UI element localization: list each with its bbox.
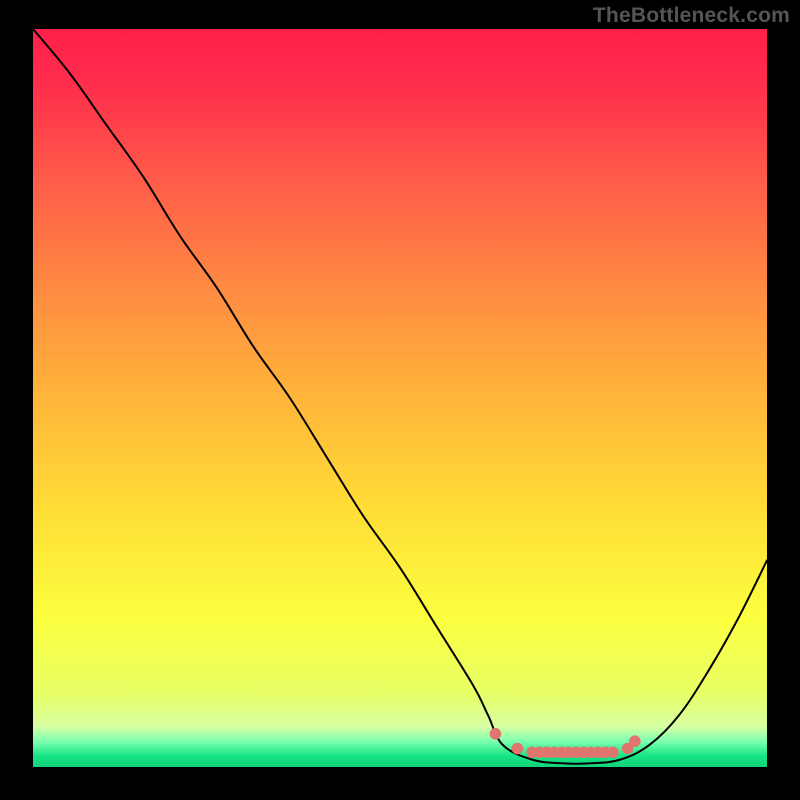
sweet-spot-dot (512, 743, 524, 755)
sweet-spot-dot (490, 728, 502, 740)
bottleneck-chart (0, 0, 800, 800)
plot-background (33, 29, 767, 767)
watermark-text: TheBottleneck.com (593, 4, 790, 28)
chart-stage: TheBottleneck.com (0, 0, 800, 800)
sweet-spot-dot (629, 735, 641, 747)
sweet-spot-dot (607, 746, 619, 758)
